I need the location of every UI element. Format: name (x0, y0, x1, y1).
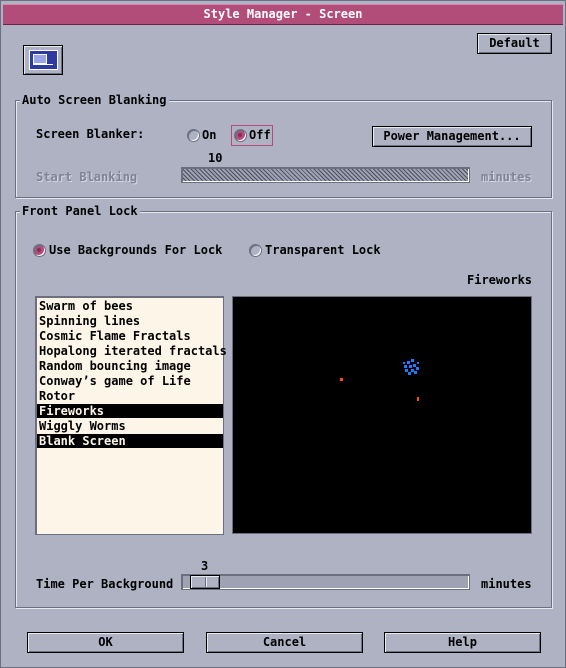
default-button[interactable]: Default (477, 33, 552, 54)
time-per-background-slider[interactable] (181, 574, 470, 590)
time-per-background-units: minutes (481, 577, 532, 591)
list-item[interactable]: Hopalong iterated fractals (37, 344, 227, 358)
blanker-off-label[interactable]: Off (249, 128, 271, 142)
preview-label: Fireworks (467, 273, 533, 287)
preview-area (232, 296, 532, 534)
list-item[interactable]: Swarm of bees (37, 299, 223, 313)
list-item-selected[interactable]: Blank Screen (37, 434, 223, 448)
window-title: Style Manager - Screen (203, 7, 363, 21)
screen-blanker-label: Screen Blanker: (36, 127, 145, 141)
cancel-button[interactable]: Cancel (206, 632, 363, 653)
transparent-lock-radio[interactable] (249, 244, 262, 257)
ok-button[interactable]: OK (27, 632, 184, 653)
title-bar[interactable]: Style Manager - Screen (3, 4, 563, 25)
start-blanking-label: Start Blanking (36, 170, 138, 184)
front-panel-lock-title: Front Panel Lock (20, 204, 140, 218)
list-item[interactable]: Wiggly Worms (37, 419, 223, 433)
list-item[interactable]: Random bouncing image (37, 359, 223, 373)
list-item-selected[interactable]: Fireworks (37, 404, 223, 418)
screen-icon-button[interactable] (23, 45, 63, 75)
fireworks-preview-icon (340, 359, 419, 401)
blanker-off-radio[interactable] (234, 129, 247, 142)
blanker-on-radio[interactable] (187, 129, 200, 142)
time-per-background-value: 3 (201, 559, 209, 573)
blanker-on-label[interactable]: On (202, 128, 216, 142)
monitor-icon (29, 50, 58, 70)
list-item[interactable]: Cosmic Flame Fractals (37, 329, 223, 343)
start-blanking-units: minutes (481, 170, 532, 184)
help-button[interactable]: Help (384, 632, 541, 653)
start-blanking-slider[interactable] (181, 167, 470, 183)
list-item[interactable]: Spinning lines (37, 314, 223, 328)
start-blanking-value: 10 (208, 151, 223, 165)
background-list[interactable]: Swarm of bees Spinning lines Cosmic Flam… (35, 296, 227, 535)
auto-blanking-title: Auto Screen Blanking (20, 93, 169, 107)
list-item[interactable]: Rotor (37, 389, 223, 403)
use-backgrounds-label[interactable]: Use Backgrounds For Lock (49, 243, 222, 257)
transparent-lock-label[interactable]: Transparent Lock (265, 243, 381, 257)
slider-thumb[interactable] (190, 575, 220, 589)
style-manager-window: Style Manager - Screen Default Auto Scre… (0, 0, 566, 668)
use-backgrounds-radio[interactable] (33, 244, 46, 257)
time-per-background-label: Time Per Background (36, 577, 174, 591)
list-item[interactable]: Conway’s game of Life (37, 374, 223, 388)
power-management-button[interactable]: Power Management... (372, 126, 532, 147)
